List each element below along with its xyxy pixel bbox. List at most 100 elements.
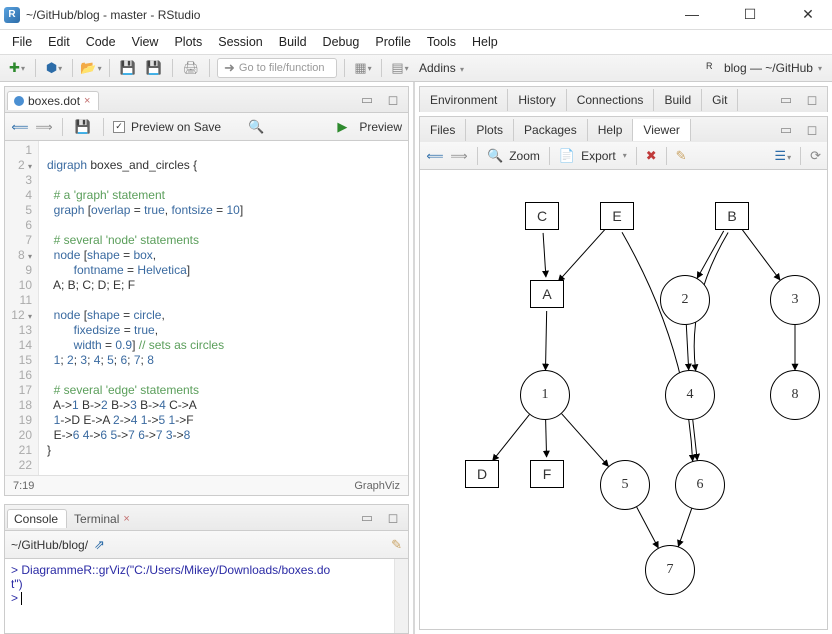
remove-viewer-item-button[interactable]: ✖ (646, 148, 657, 164)
graph-box-C: C (525, 202, 559, 230)
save-button[interactable]: 💾 (117, 57, 139, 79)
sync-button[interactable]: ☰▾ (774, 148, 791, 164)
goto-file-function-input[interactable]: ➜ Go to file/function (217, 58, 337, 78)
tab-environment[interactable]: Environment (420, 89, 508, 111)
goto-placeholder: Go to file/function (239, 62, 325, 74)
viewer-toolbar: ⟸ ⟹ 🔍 Zoom 📄 Export▾ ✖ ✎ ☰▾ ⟳ (419, 142, 828, 170)
menu-plots[interactable]: Plots (174, 35, 202, 49)
maximize-pane-icon[interactable]: ◻ (382, 89, 404, 111)
tab-packages[interactable]: Packages (514, 119, 588, 141)
nav-back-button[interactable]: ⟸ (11, 118, 29, 136)
separator (549, 147, 550, 165)
new-project-button[interactable]: ⬢▾ (43, 57, 65, 79)
separator (666, 147, 667, 165)
tab-boxes-dot[interactable]: boxes.dot × (7, 91, 99, 110)
preview-run-icon[interactable]: ▶ (331, 116, 353, 138)
minimize-pane-icon[interactable]: ▭ (356, 89, 378, 111)
console-scrollbar[interactable] (394, 559, 408, 633)
graph-circle-4: 4 (665, 370, 715, 420)
save-source-button[interactable]: 💾 (72, 116, 94, 138)
code-editor[interactable]: 12 ▾345678 ▾9101112 ▾1314151617181920212… (5, 141, 408, 475)
export-button[interactable]: Export (581, 149, 616, 163)
language-mode[interactable]: GraphViz (354, 480, 400, 492)
preview-on-save-checkbox[interactable]: ✓ (113, 121, 125, 133)
pane-layout-button[interactable]: ▤▾ (389, 57, 411, 79)
tab-git[interactable]: Git (702, 89, 738, 111)
tab-connections[interactable]: Connections (567, 89, 655, 111)
menu-build[interactable]: Build (279, 35, 307, 49)
graph-circle-1: 1 (520, 370, 570, 420)
project-icon: R (706, 61, 720, 75)
viewer-back-button[interactable]: ⟸ (426, 147, 444, 165)
working-dir[interactable]: ~/GitHub/blog/ (11, 538, 88, 552)
tab-label: boxes.dot (28, 94, 80, 108)
tab-help[interactable]: Help (588, 119, 634, 141)
tab-plots[interactable]: Plots (466, 119, 514, 141)
maximize-pane-icon[interactable]: ◻ (801, 119, 823, 141)
menu-edit[interactable]: Edit (48, 35, 70, 49)
menu-tools[interactable]: Tools (427, 35, 456, 49)
addins-button[interactable]: Addins ▾ (415, 61, 468, 75)
nav-fwd-button[interactable]: ⟹ (35, 118, 53, 136)
clear-console-icon[interactable]: ✎ (391, 537, 402, 553)
code-area[interactable]: digraph boxes_and_circles { # a 'graph' … (39, 141, 243, 475)
menu-code[interactable]: Code (86, 35, 116, 49)
menu-help[interactable]: Help (472, 35, 498, 49)
print-button[interactable]: 🖨 (180, 57, 202, 79)
console-tabbar: Console Terminal × ▭ ◻ (5, 505, 408, 531)
refresh-button[interactable]: ⟳ (810, 148, 821, 164)
window-controls: — ☐ ✕ (672, 6, 828, 23)
separator (800, 147, 801, 165)
minimize-button[interactable]: — (672, 6, 712, 23)
close-button[interactable]: ✕ (788, 6, 828, 23)
tab-history[interactable]: History (508, 89, 566, 111)
tab-terminal[interactable]: Terminal × (67, 509, 139, 528)
editor-toolbar: ⟸ ⟹ 💾 ✓ Preview on Save 🔍 ▶ Preview (5, 113, 408, 141)
separator (103, 118, 104, 136)
close-tab-icon[interactable]: × (84, 95, 90, 107)
graph-circle-2: 2 (660, 275, 710, 325)
graph-circle-6: 6 (675, 460, 725, 510)
find-button[interactable]: 🔍 (245, 116, 267, 138)
editor-tabbar: boxes.dot × ▭ ◻ (5, 87, 408, 113)
separator (62, 118, 63, 136)
open-file-button[interactable]: 📂▾ (80, 57, 102, 79)
tab-build[interactable]: Build (654, 89, 702, 111)
save-all-button[interactable]: 💾 (143, 57, 165, 79)
tab-files[interactable]: Files (420, 119, 466, 141)
wd-popout-icon[interactable]: ⇗ (94, 537, 105, 553)
graph-box-E: E (600, 202, 634, 230)
project-selector[interactable]: R blog — ~/GitHub ▾ (702, 61, 826, 75)
viewer-fwd-button[interactable]: ⟹ (450, 147, 468, 165)
preview-button[interactable]: Preview (359, 120, 402, 134)
maximize-pane-icon[interactable]: ◻ (382, 507, 404, 529)
maximize-pane-icon[interactable]: ◻ (801, 89, 823, 111)
maximize-button[interactable]: ☐ (730, 6, 770, 23)
minimize-pane-icon[interactable]: ▭ (775, 119, 797, 141)
separator (109, 59, 110, 77)
cursor-position: 7:19 (13, 480, 34, 492)
close-tab-icon[interactable]: × (123, 513, 129, 525)
console-output[interactable]: > DiagrammeR::grViz("C:/Users/Mikey/Down… (5, 559, 408, 633)
graph-circle-8: 8 (770, 370, 820, 420)
minimize-pane-icon[interactable]: ▭ (775, 89, 797, 111)
separator (172, 59, 173, 77)
separator (477, 147, 478, 165)
tab-viewer[interactable]: Viewer (633, 119, 690, 141)
separator (344, 59, 345, 77)
menu-view[interactable]: View (132, 35, 159, 49)
grid-button[interactable]: ▦▾ (352, 57, 374, 79)
menu-session[interactable]: Session (218, 35, 262, 49)
window-title: ~/GitHub/blog - master - RStudio (26, 8, 672, 22)
viewer-canvas: 12345678CEBADF (419, 170, 828, 630)
menu-debug[interactable]: Debug (323, 35, 360, 49)
zoom-icon: 🔍 (487, 148, 503, 164)
menu-file[interactable]: File (12, 35, 32, 49)
new-file-button[interactable]: ✚▾ (6, 57, 28, 79)
menu-profile[interactable]: Profile (375, 35, 410, 49)
minimize-pane-icon[interactable]: ▭ (356, 507, 378, 529)
clear-viewer-button[interactable]: ✎ (676, 148, 687, 164)
file-type-icon (14, 96, 24, 106)
zoom-button[interactable]: Zoom (509, 149, 540, 163)
tab-console[interactable]: Console (7, 509, 67, 528)
